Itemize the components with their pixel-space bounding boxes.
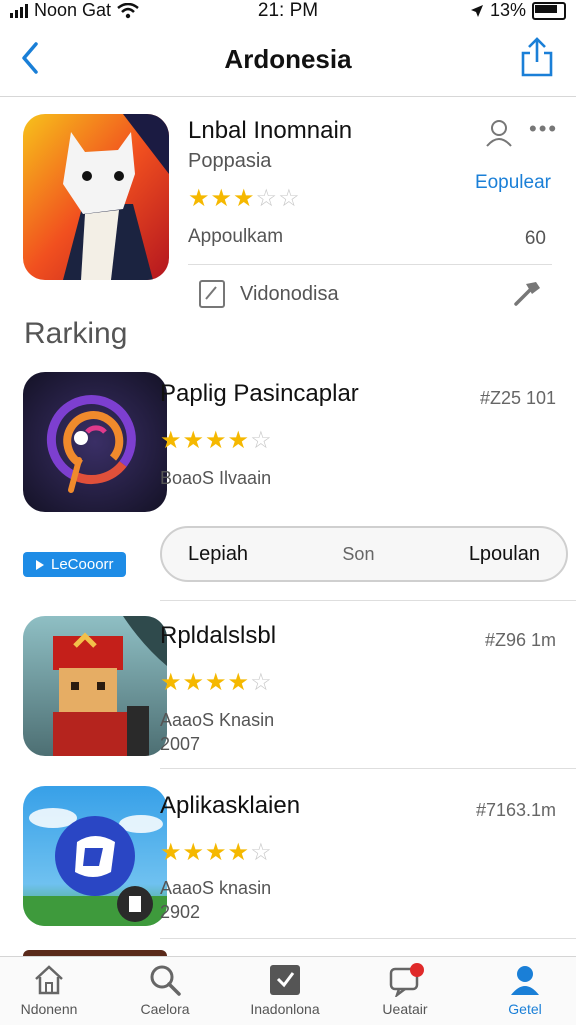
app-name-1[interactable]: Paplig Pasincaplar	[160, 380, 359, 408]
tab-label-updates: Inadonlona	[250, 1001, 320, 1017]
app-rank-2: #Z96 1m	[484, 630, 556, 650]
tab-search[interactable]: Caelora	[110, 963, 220, 1017]
tab-label-search: Caelora	[140, 1001, 190, 1017]
hammer-icon[interactable]	[512, 278, 544, 308]
star-icon: ★	[160, 427, 183, 454]
status-bar: Noon Gat 21: PM 13%	[0, 0, 576, 24]
battery-icon	[532, 1, 566, 20]
star-icon: ★	[188, 185, 211, 212]
segmented-control[interactable]: Lepiah Son Lpoulan	[160, 526, 568, 582]
star-icon: ★	[205, 427, 228, 454]
star-icon: ★	[182, 839, 206, 866]
play-icon	[36, 559, 44, 570]
page-title: Ardonesia	[224, 44, 352, 74]
featured-divider	[188, 264, 552, 265]
tab-label-home: Ndonenn	[20, 1001, 78, 1017]
star-icon: ☆	[250, 427, 273, 454]
search-icon	[150, 965, 181, 996]
star-icon: ★	[160, 839, 183, 866]
divider-1	[160, 600, 576, 601]
star-icon: ☆	[250, 839, 273, 866]
app-meta-1: BoaoS Ilvaain	[160, 468, 272, 488]
app-icon-3[interactable]	[23, 786, 167, 926]
featured-app-subtitle: Poppasia	[188, 150, 272, 172]
app-meta-2: AaaoS Knasin	[160, 710, 275, 730]
featured-app-icon[interactable]	[23, 114, 169, 280]
segment-1[interactable]: Lepiah	[188, 543, 248, 566]
tab-label-profile: Getel	[508, 1001, 542, 1017]
featured-link[interactable]: Vidonodisa	[240, 283, 339, 306]
star-icon: ☆	[255, 185, 279, 212]
app-icon-1[interactable]	[23, 372, 167, 512]
download-box-icon	[270, 965, 300, 995]
tab-bar: Ndonenn Caelora Inadonlona Ueatair Getel	[0, 956, 576, 1025]
app-icon-2[interactable]	[23, 616, 167, 756]
star-icon: ☆	[250, 669, 273, 696]
battery-percent: 13%	[489, 0, 526, 20]
star-icon: ★	[227, 427, 251, 454]
star-icon: ☆	[278, 185, 301, 212]
tab-messages[interactable]: Ueatair	[350, 963, 460, 1017]
star-icon: ★	[182, 669, 206, 696]
status-right: 13%	[470, 0, 566, 21]
star-icon: ★	[160, 669, 183, 696]
navigation-bar: Ardonesia	[0, 24, 576, 97]
divider-2	[160, 768, 576, 769]
app-rating-3: ★★★★☆	[160, 838, 273, 867]
star-icon: ★	[233, 185, 256, 212]
segment-3[interactable]: Lpoulan	[469, 543, 540, 566]
app-rating-2: ★★★★☆	[160, 668, 273, 697]
person-icon[interactable]	[484, 118, 514, 148]
star-icon: ★	[210, 185, 234, 212]
featured-meta-value: 60	[524, 228, 546, 249]
section-title: Rarking	[24, 317, 128, 350]
featured-meta: Appoulkam	[188, 226, 284, 247]
document-icon[interactable]	[198, 279, 226, 309]
star-icon: ★	[182, 427, 206, 454]
app-meta-3: AaaoS knasin	[160, 878, 272, 898]
message-icon	[389, 963, 424, 997]
star-icon: ★	[205, 669, 228, 696]
featured-category[interactable]: Eopulear	[475, 172, 551, 194]
star-icon: ★	[205, 839, 228, 866]
featured-rating: ★★★☆☆	[188, 184, 301, 213]
star-icon: ★	[227, 839, 251, 866]
tab-label-messages: Ueatair	[382, 1001, 428, 1017]
more-icon[interactable]: •••	[529, 116, 558, 142]
badge-label: LeCooorr	[51, 556, 114, 573]
star-icon: ★	[227, 669, 251, 696]
tab-updates[interactable]: Inadonlona	[230, 963, 340, 1017]
app-name-2[interactable]: Rpldalslsbl	[160, 622, 276, 650]
app-rank-1: #Z25 101	[479, 388, 556, 408]
app-meta2-3: 2902	[160, 902, 201, 922]
app-rank-3: #7163.1m	[475, 800, 556, 820]
app-name-3[interactable]: Aplikasklaien	[160, 792, 300, 820]
share-icon[interactable]	[520, 36, 554, 78]
divider-3	[160, 938, 576, 939]
featured-app-title[interactable]: Lnbal Inomnain	[188, 117, 352, 145]
profile-icon	[511, 966, 539, 995]
location-icon	[470, 4, 483, 17]
home-icon	[35, 965, 63, 995]
app-rating-1: ★★★★☆	[160, 426, 273, 455]
segment-2[interactable]: Son	[342, 544, 374, 565]
app-meta2-2: 2007	[160, 734, 201, 754]
badge[interactable]: LeCooorr	[23, 552, 126, 577]
tab-profile[interactable]: Getel	[470, 963, 576, 1017]
tab-home[interactable]: Ndonenn	[0, 963, 104, 1017]
